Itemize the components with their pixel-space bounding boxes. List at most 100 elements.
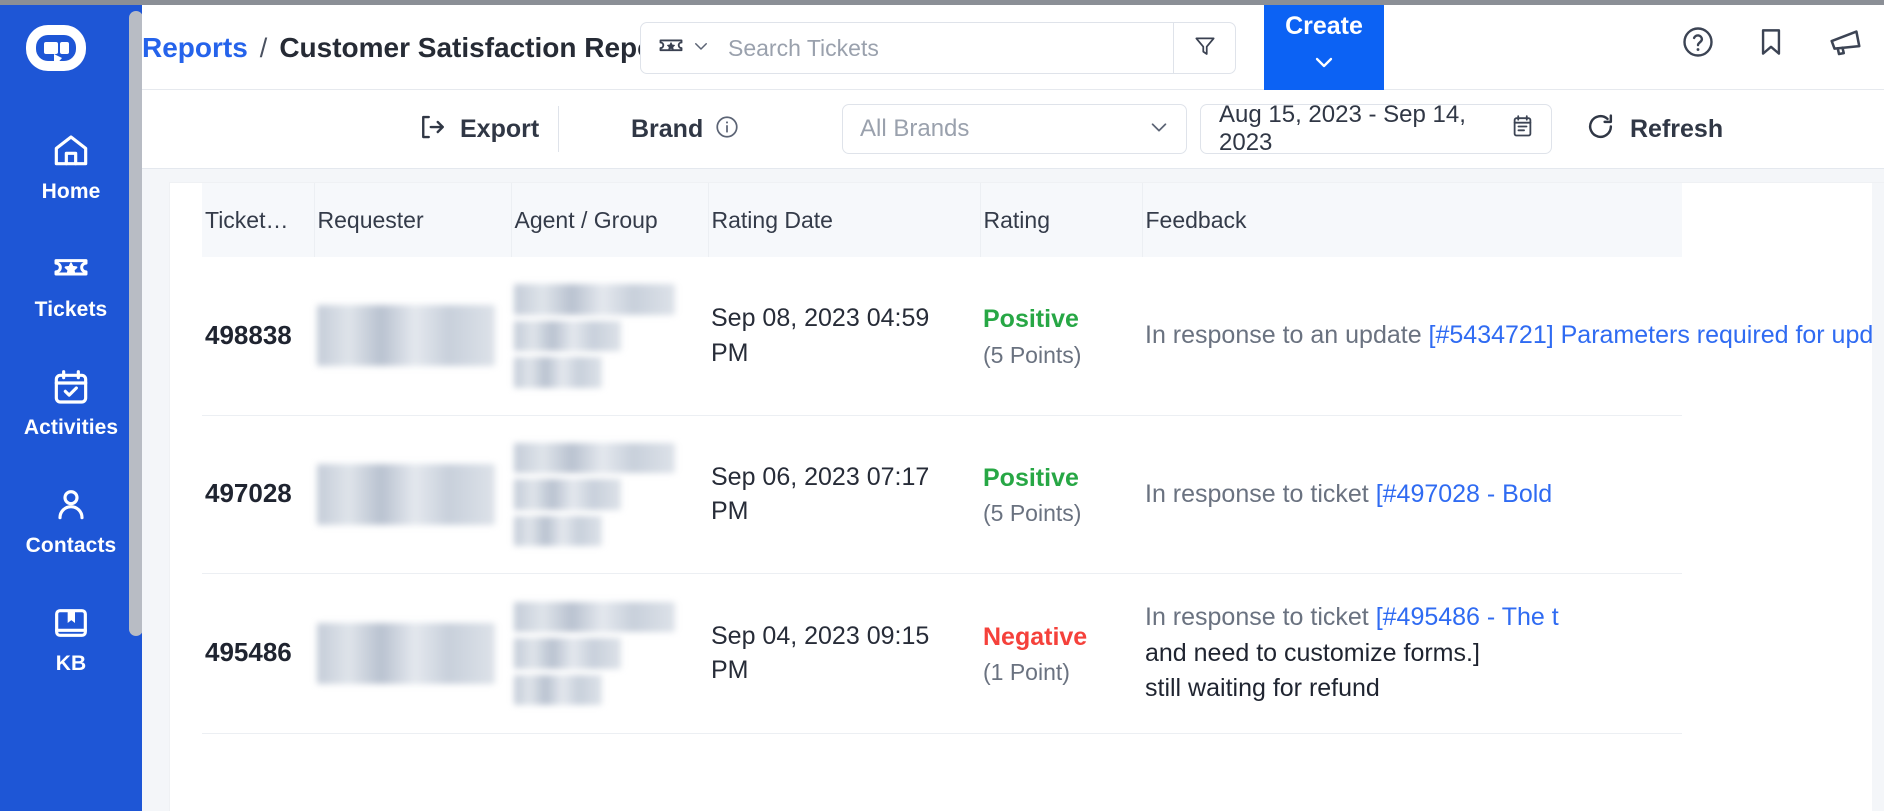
cell-ticket-id[interactable]: 497028 (202, 415, 314, 574)
report-table-card: Ticket… Requester Agent / Group Rating D… (170, 183, 1884, 811)
brand-select[interactable]: All Brands (842, 104, 1187, 154)
column-header-rating-date-label: Rating Date (711, 206, 833, 233)
ticket-icon (657, 32, 685, 65)
brand-select-value: All Brands (860, 115, 970, 142)
table-body: 498838 Christopher Smith Sriram Sundar (202, 257, 1884, 734)
table-row[interactable]: 497028 Mike Omiecinski Sriram Sundar (202, 415, 1682, 574)
person-icon (51, 485, 91, 525)
feedback-ticket-link[interactable]: [#497028 - Bold (1376, 480, 1553, 508)
date-range-picker[interactable]: Aug 15, 2023 - Sep 14, 2023 (1200, 101, 1552, 156)
date-range-value: Aug 15, 2023 - Sep 14, 2023 (1219, 101, 1466, 156)
redacted-text: Sriram Sundar (514, 284, 676, 315)
cell-rating-date: Sep 04, 2023 09:15 PM (708, 573, 980, 734)
info-icon[interactable] (714, 114, 740, 145)
home-icon (51, 131, 91, 171)
toolbar-divider (558, 106, 559, 152)
feedback-ticket-link-continued[interactable]: and need to customize forms.] (1145, 636, 1666, 672)
refresh-label: Refresh (1630, 114, 1724, 143)
feedback-ticket-link[interactable]: [#5434721] Parameters required for updat… (1429, 321, 1884, 349)
create-button-label: Create (1285, 12, 1363, 40)
sidebar-item-label: Activities (23, 416, 119, 439)
bookmark-icon[interactable] (1754, 25, 1788, 64)
sidebar-item-label: Home (41, 180, 101, 203)
cell-feedback: In response to an update [#5434721] Para… (1142, 257, 1884, 416)
refresh-button[interactable]: Refresh (1585, 111, 1723, 147)
sidebar-item-home[interactable]: Home (0, 125, 142, 243)
ticket-id: 498838 (205, 319, 292, 350)
cell-requester: David Conrad Lyons (314, 573, 511, 734)
column-header-agent-group[interactable]: Agent / Group (511, 183, 709, 257)
feedback-ticket-link[interactable]: [#495486 - The t (1376, 603, 1559, 631)
sidebar-item-label: Contacts (25, 534, 117, 557)
requester-name-redacted: Christopher Smith (314, 304, 511, 367)
status-badge: Positive (983, 463, 1079, 492)
cell-agent-group: Sriram Sundar BoldDesk Support (511, 257, 708, 416)
column-header-requester[interactable]: Requester (314, 183, 512, 257)
column-header-feedback-label: Feedback (1145, 206, 1247, 233)
redacted-text: BoldDesk (514, 638, 621, 669)
page-header: Reports / Customer Satisfaction Report S… (142, 5, 1884, 90)
announcement-icon[interactable] (1826, 23, 1864, 66)
cell-ticket-id[interactable]: 498838 (202, 257, 314, 416)
left-sidebar: Home Tickets Activities Contacts KB (0, 5, 143, 811)
column-header-rating[interactable]: Rating (980, 183, 1143, 257)
export-button[interactable]: Export (417, 112, 539, 147)
column-header-ticket[interactable]: Ticket… (202, 183, 315, 257)
table-header-row: Ticket… Requester Agent / Group Rating D… (202, 183, 1682, 257)
cell-agent-group: Sriram Sundar BoldDesk Support (511, 573, 708, 734)
breadcrumb-link-reports[interactable]: Reports (142, 32, 248, 64)
rating-points: (1 Point) (983, 659, 1070, 685)
redacted-text: Mike Omiecinski (317, 463, 495, 525)
feedback-prefix: In response to ticket (1145, 479, 1376, 508)
cell-ticket-id[interactable]: 495486 (202, 573, 314, 734)
cell-rating-date: Sep 06, 2023 07:17 PM (708, 415, 980, 574)
cell-agent-group: Sriram Sundar BoldDesk Support (511, 415, 708, 574)
redacted-text: BoldDesk (514, 320, 621, 351)
table-row[interactable]: 498838 Christopher Smith Sriram Sundar (202, 257, 1884, 416)
search-type-selector[interactable] (641, 32, 722, 65)
feedback-prefix: In response to an update (1145, 321, 1429, 349)
redacted-text: Support (514, 674, 602, 705)
sidebar-item-kb[interactable]: KB (0, 597, 142, 715)
app-root: Home Tickets Activities Contacts KB Repo… (0, 0, 1884, 811)
funnel-icon (1192, 33, 1218, 64)
column-header-ticket-label: Ticket… (205, 206, 289, 233)
breadcrumb: Reports / Customer Satisfaction Report (142, 32, 674, 64)
breadcrumb-separator: / (259, 33, 268, 63)
create-button[interactable]: Create (1264, 5, 1384, 90)
help-icon[interactable] (1680, 24, 1716, 65)
ticket-id: 495486 (205, 637, 292, 668)
table-header: Ticket… Requester Agent / Group Rating D… (202, 183, 1682, 257)
feedback-text: In response to ticket [#495486 - The t a… (1142, 600, 1682, 707)
sidebar-nav-list: Home Tickets Activities Contacts KB (0, 125, 142, 715)
chevron-down-icon (1311, 54, 1337, 77)
cell-requester: Christopher Smith (314, 257, 511, 416)
cell-rating: Positive (5 Points) (980, 257, 1142, 416)
search-input[interactable] (722, 34, 1173, 62)
sidebar-item-activities[interactable]: Activities (0, 361, 142, 479)
calendar-icon (1509, 113, 1536, 145)
page-scrollbar-thumb[interactable] (129, 11, 143, 636)
column-header-feedback[interactable]: Feedback (1142, 183, 1682, 257)
redacted-text: BoldDesk (514, 479, 621, 510)
search-filter-button[interactable] (1173, 23, 1235, 73)
brand-filter-label-group: Brand (631, 114, 740, 145)
refresh-icon (1585, 111, 1616, 147)
column-header-rating-date[interactable]: Rating Date (708, 183, 981, 257)
cell-rating: Negative (1 Point) (980, 573, 1142, 734)
cell-feedback: In response to ticket [#497028 - Bold (1142, 415, 1682, 574)
bolddesk-logo[interactable] (24, 19, 88, 83)
book-icon (51, 603, 91, 643)
requester-name-redacted: David Conrad Lyons (314, 622, 511, 685)
export-label: Export (460, 114, 540, 143)
status-badge: Negative (983, 622, 1088, 651)
table-row[interactable]: 495486 David Conrad Lyons Sriram Sundar (202, 573, 1682, 734)
csat-report-table: Ticket… Requester Agent / Group Rating D… (202, 183, 1884, 734)
feedback-comment: still waiting for refund (1145, 674, 1380, 702)
sidebar-item-contacts[interactable]: Contacts (0, 479, 142, 597)
feedback-prefix: In response to ticket (1145, 603, 1376, 631)
feedback-text: In response to ticket [#497028 - Bold (1142, 477, 1682, 513)
column-header-requester-label: Requester (317, 206, 424, 233)
sidebar-item-tickets[interactable]: Tickets (0, 243, 142, 361)
rating-date: Sep 04, 2023 09:15 PM (711, 621, 930, 685)
